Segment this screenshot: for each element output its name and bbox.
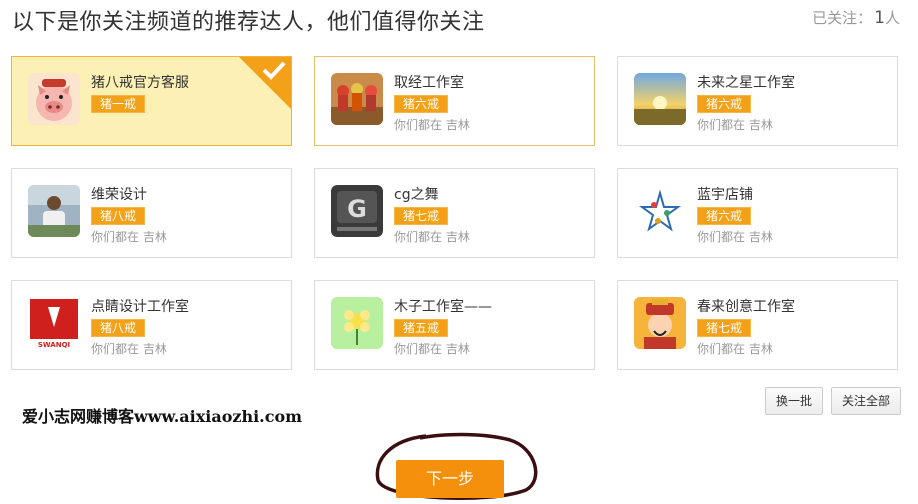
swanqi-logo-avatar-icon: SWANQI [28,297,80,349]
card-name[interactable]: 春来创意工作室 [697,296,795,316]
card-name[interactable]: 点睛设计工作室 [91,296,189,316]
level-badge: 猪八戒 [91,207,145,225]
recommend-card[interactable]: 取经工作室 猪六戒 你们都在 吉林 [314,56,595,146]
location-text: 你们都在 吉林 [91,230,167,244]
god-of-wealth-avatar-icon [634,297,686,349]
sunset-avatar-icon [634,73,686,125]
level-badge: 猪六戒 [697,95,751,113]
location-text: 你们都在 吉林 [697,342,773,356]
location-text: 你们都在 吉林 [697,118,773,132]
followed-label: 已关注： [812,9,873,27]
level-badge: 猪八戒 [91,319,145,337]
recommend-card[interactable]: SWANQI 点睛设计工作室 猪八戒 你们都在 吉林 [11,280,292,370]
recommend-card[interactable]: G cg之舞 猪七戒 你们都在 吉林 [314,168,595,258]
level-badge: 猪六戒 [394,95,448,113]
svg-text:G: G [347,195,367,223]
recommend-card[interactable]: 春来创意工作室 猪七戒 你们都在 吉林 [617,280,898,370]
location-text: 你们都在 吉林 [394,230,470,244]
location-text: 你们都在 吉林 [394,118,470,132]
card-name[interactable]: 木子工作室—— [394,296,492,316]
flower-avatar-icon [331,297,383,349]
card-name[interactable]: 维荣设计 [91,184,147,204]
follow-all-button[interactable]: 关注全部 [831,387,901,415]
recommend-card[interactable]: 未来之星工作室 猪六戒 你们都在 吉林 [617,56,898,146]
header-title: 以下是你关注频道的推荐达人，他们值得你关注 [12,10,485,35]
recommend-card[interactable]: 蓝宇店铺 猪六戒 你们都在 吉林 [617,168,898,258]
level-badge: 猪一戒 [91,95,145,113]
card-name[interactable]: 取经工作室 [394,72,464,92]
location-text: 你们都在 吉林 [91,342,167,356]
followed-number: 1 [874,8,885,28]
watermark-text: 爱小志网赚博客www.aixiaozhi.com [22,407,303,426]
level-badge: 猪七戒 [394,207,448,225]
recommend-card[interactable]: 木子工作室—— 猪五戒 你们都在 吉林 [314,280,595,370]
level-badge: 猪七戒 [697,319,751,337]
cg-logo-avatar-icon: G [331,185,383,237]
swanqi-logo-text: SWANQI [38,341,70,349]
card-name[interactable]: 蓝宇店铺 [697,184,753,204]
star-logo-avatar-icon [634,185,686,237]
card-name[interactable]: 未来之星工作室 [697,72,795,92]
location-text: 你们都在 吉林 [697,230,773,244]
followed-unit: 人 [884,9,900,27]
level-badge: 猪五戒 [394,319,448,337]
refresh-button[interactable]: 换一批 [765,387,823,415]
pig-mascot-avatar-icon [28,73,80,125]
level-badge: 猪六戒 [697,207,751,225]
checkmark-icon [262,60,286,84]
recommend-card[interactable]: 维荣设计 猪八戒 你们都在 吉林 [11,168,292,258]
card-name[interactable]: 猪八戒官方客服 [91,72,189,92]
monk-group-avatar-icon [331,73,383,125]
recommend-card[interactable]: 猪八戒官方客服 猪一戒 [11,56,292,146]
person-photo-avatar-icon [28,185,80,237]
card-name[interactable]: cg之舞 [394,184,439,204]
location-text: 你们都在 吉林 [394,342,470,356]
next-step-button[interactable]: 下一步 [396,460,504,498]
followed-count: 已关注： 1人 [812,7,900,28]
